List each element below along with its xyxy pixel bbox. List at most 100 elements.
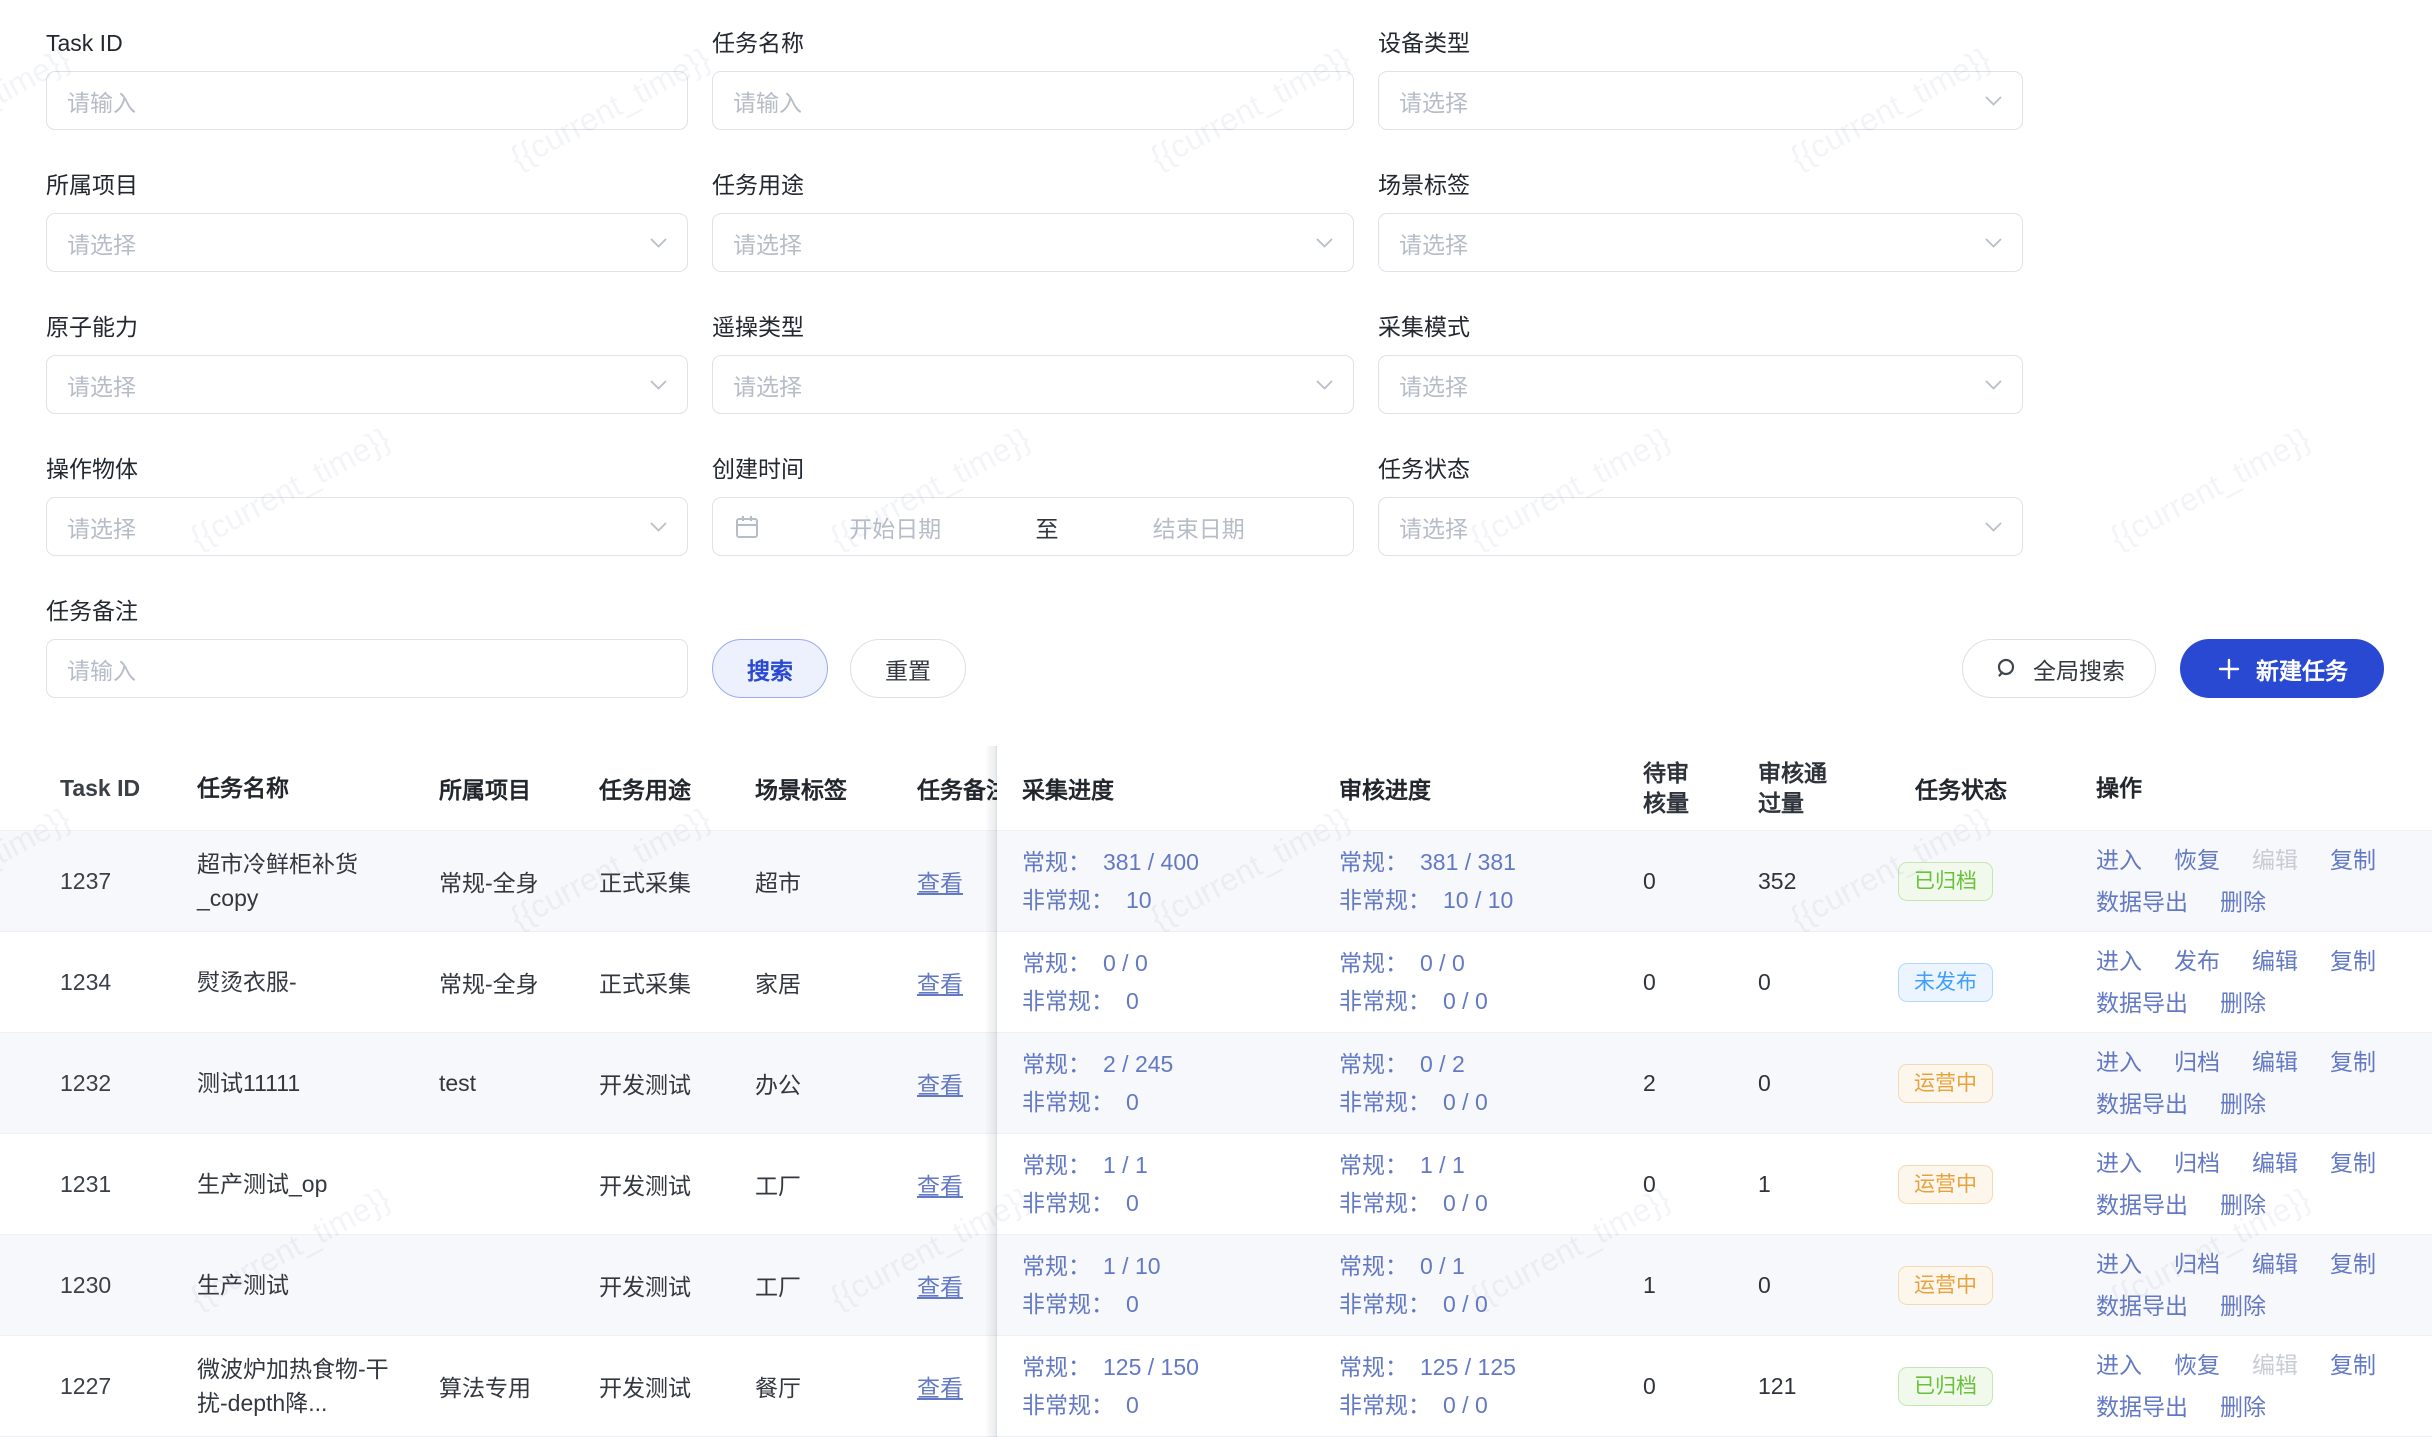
start-date-input[interactable]: 开始日期 [761,510,1030,544]
collect-mode-select[interactable]: 请选择 [1378,355,2023,414]
action-link-delete[interactable]: 删除 [2220,1287,2266,1325]
action-link-export[interactable]: 数据导出 [2096,1085,2188,1123]
teleop-type-select[interactable]: 请选择 [712,355,1354,414]
header-collect-progress: 采集进度 [997,771,1331,805]
cell-collect-progress: 常规：125 / 150非常规：0 [997,1348,1331,1424]
cell-review-progress-lines: 常规：0 / 0非常规：0 / 0 [1339,944,1488,1020]
view-remark-link[interactable]: 查看 [917,1066,963,1100]
irregular-value: 0 [1126,1190,1139,1216]
view-remark-link[interactable]: 查看 [917,1268,963,1302]
action-link-copy[interactable]: 复制 [2330,1346,2376,1384]
action-link-copy[interactable]: 复制 [2330,1144,2376,1182]
chevron-down-icon [650,238,667,248]
filter-bottom-row: 任务备注 请输入 搜索 重置 全局搜索 新建任务 [46,598,2384,698]
search-button[interactable]: 搜索 [712,639,828,698]
create-time-range-input[interactable]: 开始日期 至 结束日期 [712,497,1354,556]
regular-value: 0 / 1 [1420,1253,1465,1279]
cell-pending-count: 2 [1629,1070,1750,1097]
reset-button[interactable]: 重置 [850,639,966,698]
task-name-input[interactable]: 请输入 [712,71,1354,130]
end-date-input[interactable]: 结束日期 [1065,510,1334,544]
purpose-select[interactable]: 请选择 [712,213,1354,272]
action-link-edit[interactable]: 编辑 [2252,1245,2298,1283]
action-link-archive[interactable]: 归档 [2174,1043,2220,1081]
operate-object-select[interactable]: 请选择 [46,497,688,556]
project-select[interactable]: 请选择 [46,213,688,272]
action-link-restore[interactable]: 恢复 [2174,1346,2220,1384]
action-link-export[interactable]: 数据导出 [2096,883,2188,921]
cell-approved-count: 0 [1750,969,1890,996]
action-link-publish[interactable]: 发布 [2174,942,2220,980]
cell-task-status: 已归档 [1890,862,2090,901]
cell-review-progress: 常规：125 / 125非常规：0 / 0 [1331,1348,1629,1424]
action-link-export[interactable]: 数据导出 [2096,1388,2188,1426]
action-link-restore[interactable]: 恢复 [2174,841,2220,879]
regular-value: 1 / 1 [1103,1152,1148,1178]
action-link-enter[interactable]: 进入 [2096,942,2142,980]
header-task-name: 任务名称 [197,771,439,805]
filter-field-project: 所属项目 请选择 [46,172,688,272]
action-link-delete[interactable]: 删除 [2220,984,2266,1022]
status-badge: 运营中 [1898,1064,1993,1103]
view-remark-link[interactable]: 查看 [917,864,963,898]
regular-value: 1 / 1 [1420,1152,1465,1178]
action-link-copy[interactable]: 复制 [2330,1245,2376,1283]
device-type-select[interactable]: 请选择 [1378,71,2023,130]
filter-label-task-remark: 任务备注 [46,598,688,625]
chevron-down-icon [1316,238,1333,248]
regular-value: 1 / 10 [1103,1253,1161,1279]
placeholder-text: 请选择 [1399,226,1468,260]
regular-label: 常规： [1339,1354,1408,1380]
cell-project: 常规-全身 [439,965,599,999]
action-link-enter[interactable]: 进入 [2096,841,2142,879]
task-id-input[interactable]: 请输入 [46,71,688,130]
scene-tag-select[interactable]: 请选择 [1378,213,2023,272]
cell-collect-progress-lines: 常规：2 / 245非常规：0 [1022,1045,1173,1121]
cell-collect-progress: 常规：1 / 10非常规：0 [997,1247,1331,1323]
action-link-archive[interactable]: 归档 [2174,1245,2220,1283]
action-link-edit[interactable]: 编辑 [2252,942,2298,980]
view-remark-link[interactable]: 查看 [917,1369,963,1403]
irregular-line: 非常规：0 [1022,982,1148,1020]
action-link-export[interactable]: 数据导出 [2096,984,2188,1022]
regular-line: 常规：1 / 10 [1022,1247,1161,1285]
action-link-archive[interactable]: 归档 [2174,1144,2220,1182]
action-link-export[interactable]: 数据导出 [2096,1287,2188,1325]
cell-pending-count: 0 [1629,969,1750,996]
view-remark-link[interactable]: 查看 [917,1167,963,1201]
cell-approved-count: 352 [1750,868,1890,895]
global-search-button[interactable]: 全局搜索 [1962,639,2156,698]
create-task-button[interactable]: 新建任务 [2180,639,2384,698]
action-link-delete[interactable]: 删除 [2220,883,2266,921]
task-status-select[interactable]: 请选择 [1378,497,2023,556]
action-link-delete[interactable]: 删除 [2220,1085,2266,1123]
task-table: Task ID 任务名称 所属项目 任务用途 场景标签 任务备注 采集进度 审核… [0,746,2432,1437]
action-link-edit[interactable]: 编辑 [2252,1144,2298,1182]
action-link-enter[interactable]: 进入 [2096,1245,2142,1283]
cell-purpose: 开发测试 [599,1369,755,1403]
cell-task-id: 1231 [0,1171,197,1198]
irregular-line: 非常规：0 [1022,1184,1148,1222]
irregular-line: 非常规：0 / 0 [1339,1184,1488,1222]
action-link-copy[interactable]: 复制 [2330,841,2376,879]
action-link-copy[interactable]: 复制 [2330,942,2376,980]
action-link-copy[interactable]: 复制 [2330,1043,2376,1081]
action-link-enter[interactable]: 进入 [2096,1043,2142,1081]
action-link-enter[interactable]: 进入 [2096,1144,2142,1182]
cell-collect-progress-lines: 常规： 1 / 1 非常规：0 [1022,1146,1148,1222]
action-link-enter[interactable]: 进入 [2096,1346,2142,1384]
regular-label: 常规： [1022,1152,1091,1178]
view-remark-link[interactable]: 查看 [917,965,963,999]
cell-review-progress-lines: 常规：0 / 1非常规：0 / 0 [1339,1247,1488,1323]
task-remark-input[interactable]: 请输入 [46,639,688,698]
cell-purpose: 开发测试 [599,1066,755,1100]
placeholder-text: 请输入 [67,652,136,686]
action-link-export[interactable]: 数据导出 [2096,1186,2188,1224]
action-link-edit[interactable]: 编辑 [2252,1043,2298,1081]
cell-scene-tag: 工厂 [755,1167,917,1201]
action-link-delete[interactable]: 删除 [2220,1186,2266,1224]
atomic-ability-select[interactable]: 请选择 [46,355,688,414]
action-link-delete[interactable]: 删除 [2220,1388,2266,1426]
filter-label-task-status: 任务状态 [1378,456,2023,483]
filter-field-purpose: 任务用途 请选择 [712,172,1354,272]
